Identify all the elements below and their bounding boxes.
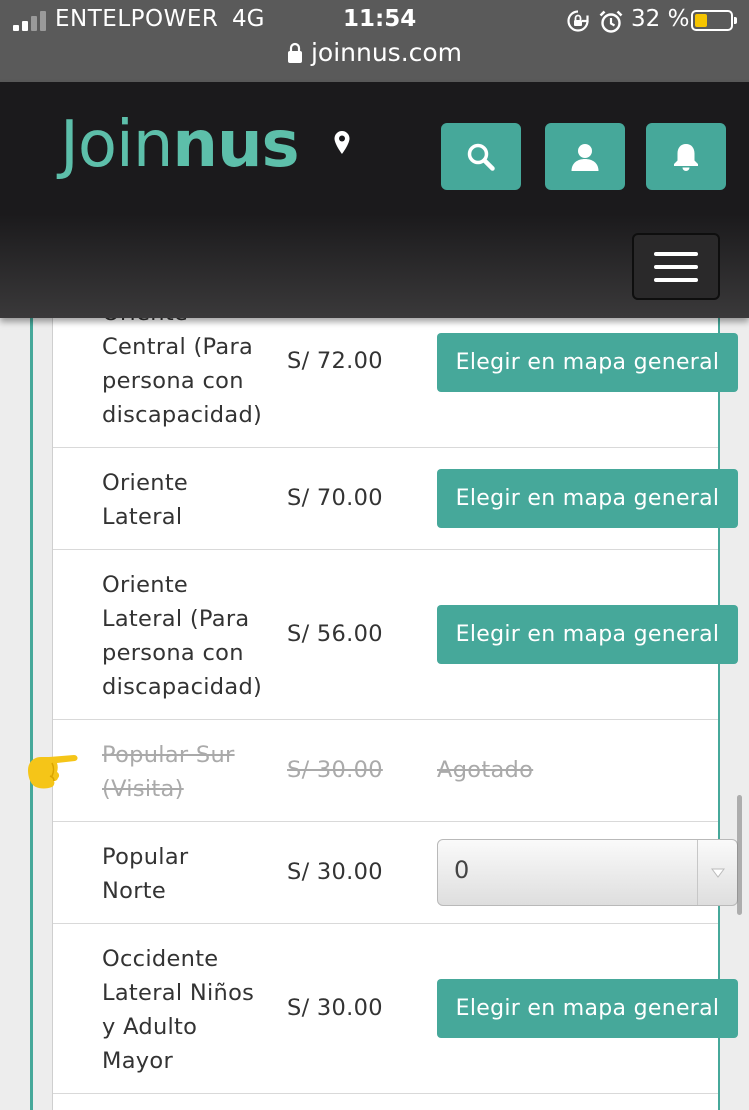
scrollbar-thumb[interactable] xyxy=(737,795,742,915)
ticket-row: Oriente Central (Para persona con discap… xyxy=(53,300,738,448)
address-bar[interactable]: joinnus.com xyxy=(0,38,749,67)
zone-name: Oriente Lateral (Para persona con discap… xyxy=(102,572,263,700)
ticket-row-sold-out: Popular Sur (Visita) S/ 30.00 Agotado xyxy=(53,720,718,822)
alarm-icon xyxy=(599,10,623,33)
user-icon xyxy=(571,143,599,171)
ticket-row: Popular Norte S/ 30.00 0 xyxy=(53,822,738,924)
quantity-value: 0 xyxy=(454,856,470,884)
url-text: joinnus.com xyxy=(310,38,463,67)
ticket-price: S/ 70.00 xyxy=(287,485,383,511)
hamburger-menu-button[interactable] xyxy=(632,233,720,300)
account-button[interactable] xyxy=(545,123,625,190)
signal-icon xyxy=(13,11,47,31)
search-button[interactable] xyxy=(441,123,521,190)
ticket-row: Oriente Lateral S/ 70.00 Elegir en mapa … xyxy=(53,448,738,550)
zone-name: Oriente Lateral xyxy=(102,470,189,530)
ticket-price: S/ 30.00 xyxy=(287,859,383,885)
joinnus-logo[interactable]: Joinnus xyxy=(60,108,300,182)
battery-icon xyxy=(691,10,737,31)
status-bar: ENTELPOWER 4G 11:54 32 % joinnus.com xyxy=(0,0,749,82)
battery-percentage: 32 % xyxy=(631,6,690,32)
search-icon xyxy=(467,143,495,171)
choose-on-map-button[interactable]: Elegir en mapa general xyxy=(437,979,738,1038)
ticket-row: Oriente Lateral (Para persona con discap… xyxy=(53,550,738,720)
carrier-name: ENTELPOWER xyxy=(55,6,219,32)
hamburger-line xyxy=(654,277,698,282)
rotation-lock-icon xyxy=(567,10,589,32)
pointing-hand-icon xyxy=(28,755,78,789)
bell-icon xyxy=(674,143,698,171)
status-time: 11:54 xyxy=(343,6,417,32)
ticket-price: S/ 30.00 xyxy=(287,757,383,783)
ticket-price: S/ 30.00 xyxy=(287,995,383,1021)
choose-on-map-button[interactable]: Elegir en mapa general xyxy=(437,333,738,392)
network-type: 4G xyxy=(232,6,265,32)
lock-icon xyxy=(287,42,302,63)
site-header: Joinnus xyxy=(0,82,749,318)
choose-on-map-button[interactable]: Elegir en mapa general xyxy=(437,605,738,664)
zone-name: Popular Norte xyxy=(102,844,189,904)
ticket-row: Occidente Lateral Niños y Adulto Mayor S… xyxy=(53,924,738,1094)
sold-out-label: Agotado xyxy=(437,757,534,783)
notifications-button[interactable] xyxy=(646,123,726,190)
hamburger-line xyxy=(654,264,698,269)
zone-name: Occidente Lateral Niños y Adulto Mayor xyxy=(102,946,255,1074)
zone-name: Popular Sur (Visita) xyxy=(102,742,235,802)
quantity-select[interactable]: 0 xyxy=(437,839,738,906)
location-pin-icon[interactable] xyxy=(333,130,351,156)
ticket-price: S/ 56.00 xyxy=(287,621,383,647)
ticket-price: S/ 72.00 xyxy=(287,348,383,374)
hamburger-line xyxy=(654,251,698,256)
choose-on-map-button[interactable]: Elegir en mapa general xyxy=(437,469,738,528)
chevron-down-icon xyxy=(697,840,737,905)
